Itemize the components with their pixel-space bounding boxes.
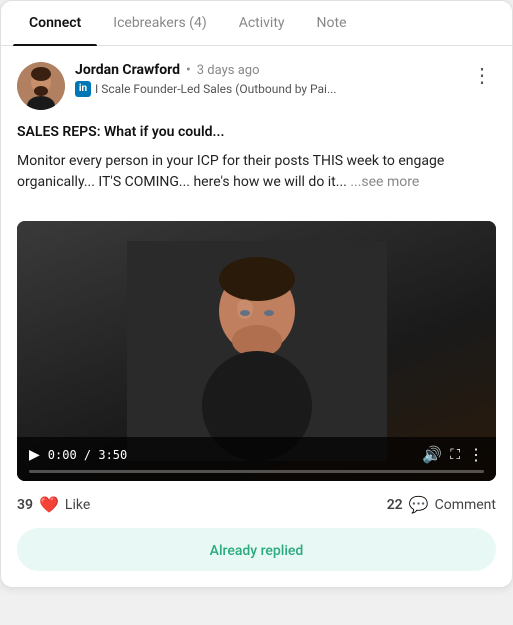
play-button[interactable]: ▶ bbox=[29, 447, 40, 463]
linkedin-icon: in bbox=[75, 81, 91, 97]
post-content: Jordan Crawford • 3 days ago in I Scale … bbox=[1, 46, 512, 571]
video-progress-bar[interactable] bbox=[29, 470, 484, 473]
video-more-button[interactable]: ⋮ bbox=[468, 445, 484, 464]
comments-count: 22 bbox=[387, 497, 403, 513]
post-time: 3 days ago bbox=[197, 63, 260, 78]
video-thumbnail-svg bbox=[127, 241, 387, 461]
volume-icon[interactable]: 🔊 bbox=[422, 445, 442, 464]
reactions-bar: 39 ❤️ Like 22 💬 Comment bbox=[1, 481, 512, 528]
tab-bar: Connect Icebreakers (4) Activity Note bbox=[1, 1, 512, 46]
video-time: 0:00 / 3:50 bbox=[48, 448, 127, 462]
avatar bbox=[17, 62, 65, 110]
comment-reaction[interactable]: 22 💬 Comment bbox=[387, 495, 496, 514]
already-replied-text: Already replied bbox=[210, 543, 304, 559]
comment-icon: 💬 bbox=[409, 495, 429, 514]
post-text: SALES REPS: What if you could... Monitor… bbox=[17, 122, 496, 193]
post-header: Jordan Crawford • 3 days ago in I Scale … bbox=[17, 62, 496, 110]
see-more-link[interactable]: ...see more bbox=[350, 174, 419, 190]
comments-label: Comment bbox=[435, 497, 496, 513]
author-name: Jordan Crawford bbox=[75, 62, 180, 78]
heart-icon: ❤️ bbox=[39, 495, 59, 514]
post-text-line1: SALES REPS: What if you could... bbox=[17, 122, 496, 143]
already-replied-banner: Already replied bbox=[17, 528, 496, 571]
likes-label: Like bbox=[65, 497, 90, 513]
post: Jordan Crawford • 3 days ago in I Scale … bbox=[1, 46, 512, 221]
tab-activity[interactable]: Activity bbox=[223, 1, 301, 45]
likes-count: 39 bbox=[17, 497, 33, 513]
video-player[interactable]: ▶ 0:00 / 3:50 🔊 ⛶ ⋮ bbox=[17, 221, 496, 481]
main-card: Connect Icebreakers (4) Activity Note bbox=[0, 0, 513, 588]
more-options-button[interactable]: ⋮ bbox=[468, 62, 496, 90]
like-reaction[interactable]: 39 ❤️ Like bbox=[17, 495, 90, 514]
tab-connect[interactable]: Connect bbox=[13, 1, 97, 45]
author-subtitle: I Scale Founder-Led Sales (Outbound by P… bbox=[95, 82, 336, 96]
tab-icebreakers[interactable]: Icebreakers (4) bbox=[97, 1, 222, 45]
tab-note[interactable]: Note bbox=[301, 1, 363, 45]
fullscreen-icon[interactable]: ⛶ bbox=[450, 447, 460, 463]
